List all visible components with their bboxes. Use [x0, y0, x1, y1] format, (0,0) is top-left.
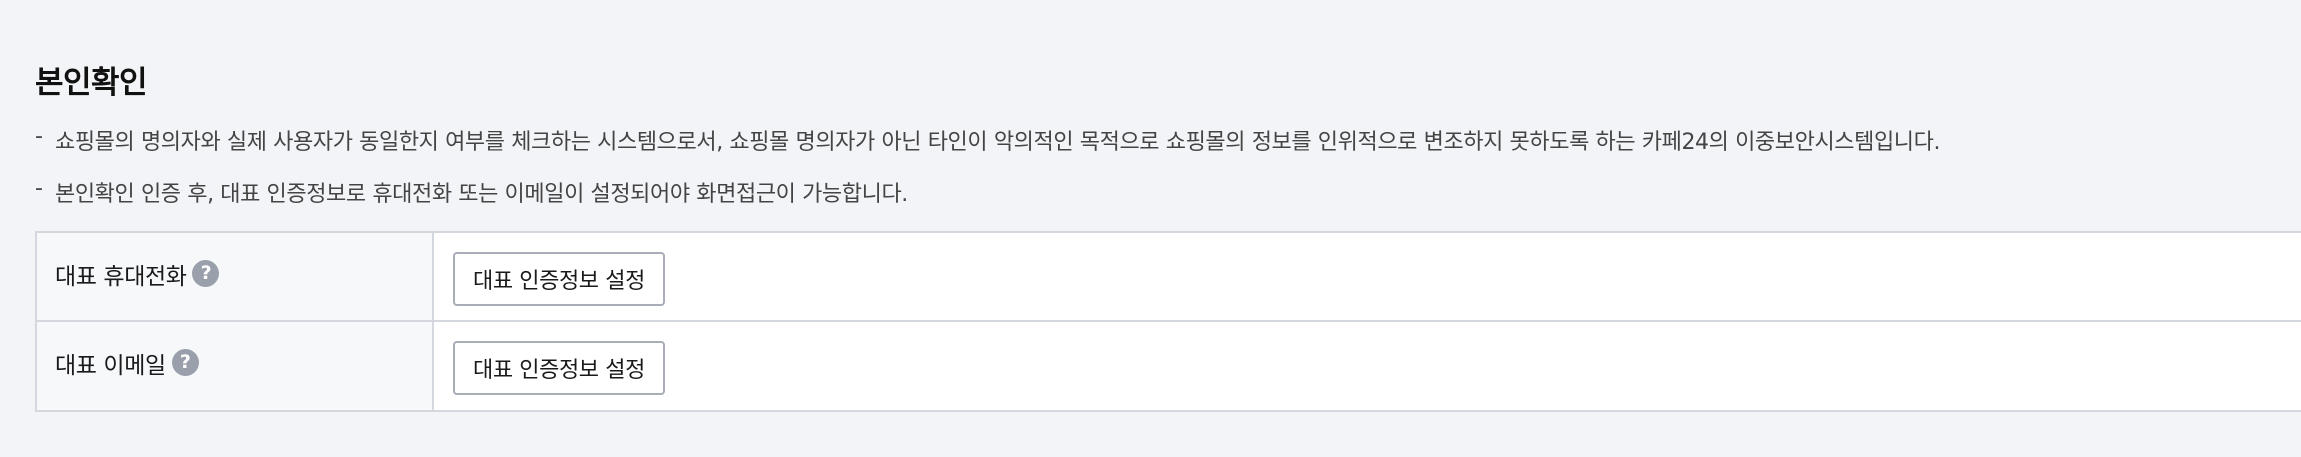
- description-list: - 쇼핑몰의 명의자와 실제 사용자가 동일한지 여부를 체크하는 시스템으로서…: [35, 124, 1941, 230]
- set-representative-auth-button[interactable]: 대표 인증정보 설정: [453, 252, 665, 306]
- bullet-dash: -: [35, 176, 43, 201]
- settings-table: 대표 휴대전화 ? 대표 인증정보 설정 대표 이메일 ? 대표 인증정보 설정: [35, 231, 2301, 412]
- description-item: - 본인확인 인증 후, 대표 인증정보로 휴대전화 또는 이메일이 설정되어야…: [35, 176, 1940, 230]
- row-value: 대표 인증정보 설정: [434, 233, 2301, 320]
- row-value: 대표 인증정보 설정: [434, 322, 2301, 410]
- set-representative-auth-button[interactable]: 대표 인증정보 설정: [453, 341, 665, 395]
- description-text: 본인확인 인증 후, 대표 인증정보로 휴대전화 또는 이메일이 설정되어야 화…: [55, 182, 908, 207]
- question-circle-icon[interactable]: ?: [192, 260, 220, 287]
- row-label: 대표 휴대전화: [55, 264, 187, 290]
- section-title: 본인확인: [35, 65, 148, 101]
- table-row-representative-phone: 대표 휴대전화 ? 대표 인증정보 설정: [37, 233, 2301, 322]
- row-header: 대표 이메일 ?: [37, 322, 434, 410]
- row-header: 대표 휴대전화 ?: [37, 233, 434, 320]
- bullet-dash: -: [35, 124, 43, 149]
- description-item: - 쇼핑몰의 명의자와 실제 사용자가 동일한지 여부를 체크하는 시스템으로서…: [35, 124, 1941, 178]
- question-circle-icon[interactable]: ?: [171, 349, 199, 376]
- identity-verification-section: 본인확인 - 쇼핑몰의 명의자와 실제 사용자가 동일한지 여부를 체크하는 시…: [35, 60, 2301, 412]
- row-label: 대표 이메일: [55, 353, 166, 379]
- table-row-representative-email: 대표 이메일 ? 대표 인증정보 설정: [37, 322, 2301, 412]
- description-text: 쇼핑몰의 명의자와 실제 사용자가 동일한지 여부를 체크하는 시스템으로서, …: [55, 130, 1941, 155]
